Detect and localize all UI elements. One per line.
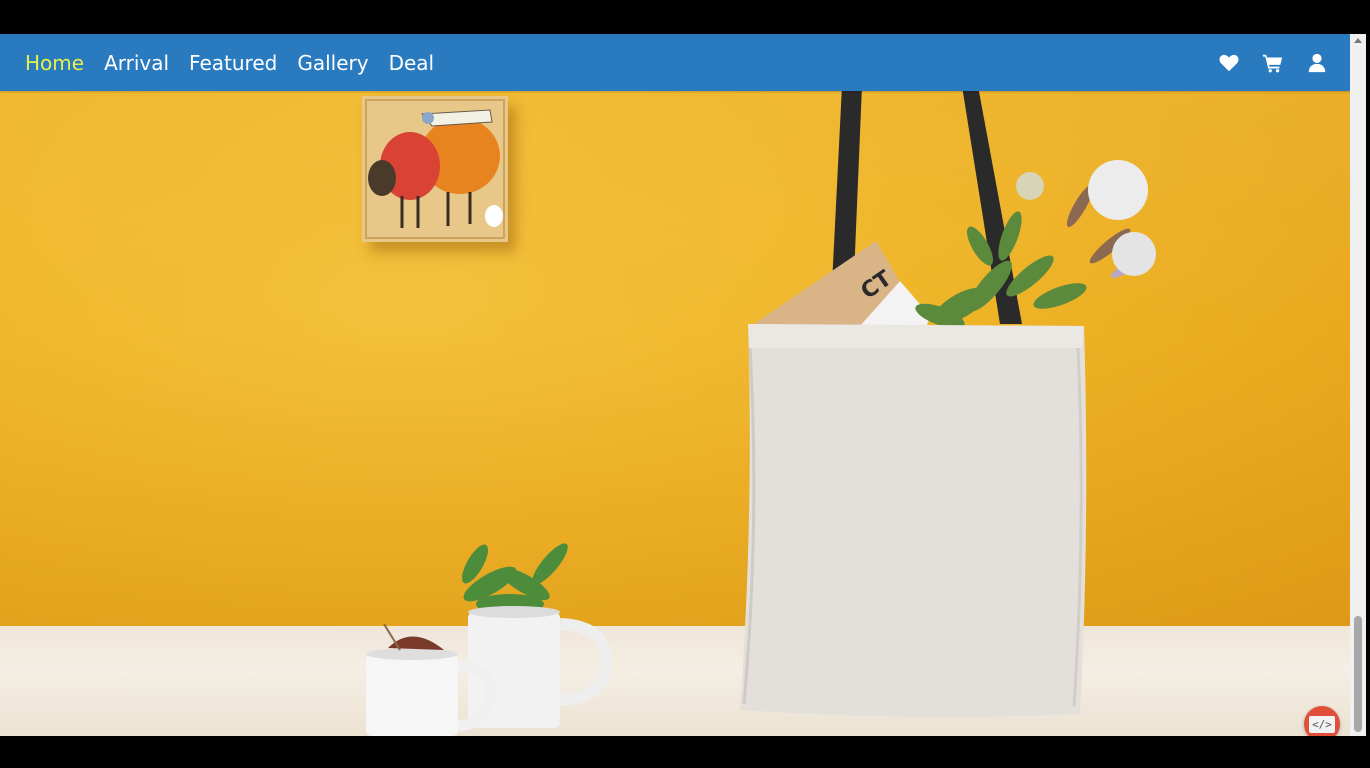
- vertical-scrollbar[interactable]: [1350, 34, 1366, 736]
- letterbox-bottom: [0, 736, 1370, 768]
- scroll-up-arrow-icon[interactable]: [1354, 38, 1362, 43]
- nav-link-featured[interactable]: Featured: [189, 51, 277, 75]
- cart-icon[interactable]: [1262, 52, 1284, 74]
- tote-bag-illustration: CT: [740, 86, 1156, 718]
- nav-links: Home Arrival Featured Gallery Deal: [25, 51, 434, 75]
- nav-icons: [1218, 34, 1328, 91]
- letterbox-top: [0, 0, 1370, 34]
- scrollbar-thumb[interactable]: [1354, 616, 1362, 732]
- nav-link-arrival[interactable]: Arrival: [104, 51, 169, 75]
- main-navbar: Home Arrival Featured Gallery Deal: [0, 34, 1350, 91]
- hero-section: CT: [0, 34, 1350, 736]
- heart-icon[interactable]: [1218, 52, 1240, 74]
- nav-link-home[interactable]: Home: [25, 51, 84, 75]
- painting-illustration: [362, 96, 508, 242]
- nav-link-deal[interactable]: Deal: [389, 51, 435, 75]
- code-badge-label: </>: [1309, 715, 1335, 733]
- mugs-illustration: [366, 543, 613, 736]
- wall-painting: [362, 96, 508, 242]
- code-badge-button[interactable]: </>: [1304, 706, 1340, 736]
- page-viewport: CT Home Arrival Featured Gallery Deal </…: [0, 34, 1350, 736]
- user-icon[interactable]: [1306, 52, 1328, 74]
- nav-link-gallery[interactable]: Gallery: [297, 51, 368, 75]
